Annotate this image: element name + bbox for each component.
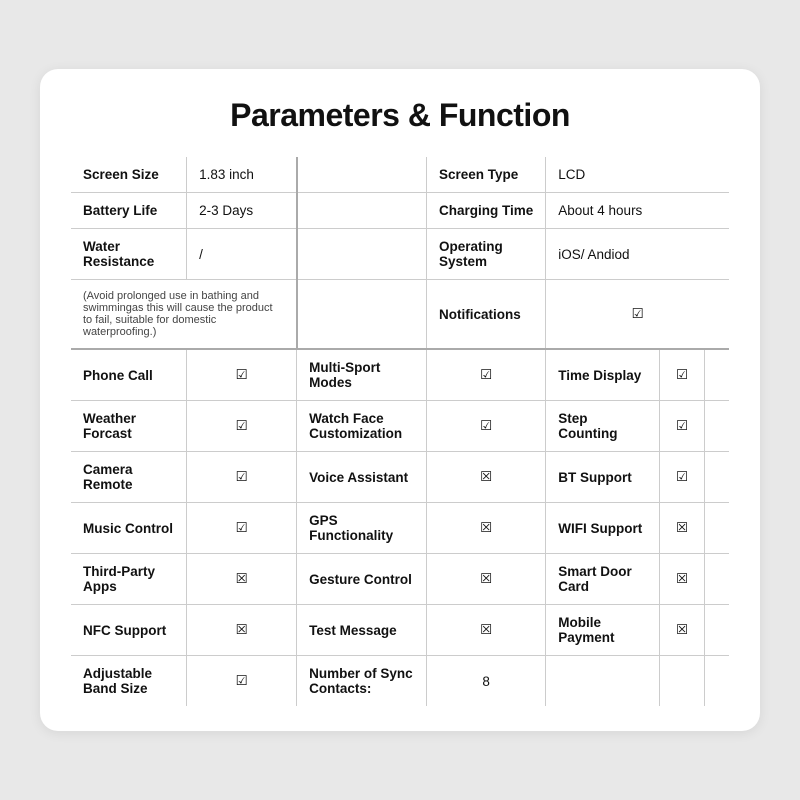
voice-assistant-check: ☒ bbox=[426, 452, 545, 503]
time-display-check: ☑ bbox=[660, 349, 705, 401]
adjustable-band-label: AdjustableBand Size bbox=[71, 656, 187, 707]
os-value: iOS/ Andiod bbox=[546, 229, 730, 280]
mobile-payment-check: ☒ bbox=[660, 605, 705, 656]
test-message-label: Test Message bbox=[297, 605, 427, 656]
feature-row-4: Music Control ☑ GPS Functionality ☒ WIFI… bbox=[71, 503, 730, 554]
main-card: Parameters & Function Screen Size 1.83 i… bbox=[40, 69, 760, 731]
smart-door-card-check: ☒ bbox=[660, 554, 705, 605]
spec-row-3: WaterResistance / OperatingSystem iOS/ A… bbox=[71, 229, 730, 280]
gesture-control-label: Gesture Control bbox=[297, 554, 427, 605]
wifi-support-check: ☒ bbox=[660, 503, 705, 554]
notifications-label: Notifications bbox=[426, 280, 545, 350]
spec-row-1: Screen Size 1.83 inch Screen Type LCD bbox=[71, 157, 730, 193]
battery-life-label: Battery Life bbox=[71, 193, 187, 229]
watch-face-label: Watch FaceCustomization bbox=[297, 401, 427, 452]
phone-call-check: ☑ bbox=[187, 349, 297, 401]
step-counting-check: ☑ bbox=[660, 401, 705, 452]
smart-door-card-label: Smart Door Card bbox=[546, 554, 660, 605]
gps-functionality-check: ☒ bbox=[426, 503, 545, 554]
third-party-apps-label: Third-Party Apps bbox=[71, 554, 187, 605]
spec-row-2: Battery Life 2-3 Days Charging Time Abou… bbox=[71, 193, 730, 229]
screen-type-value: LCD bbox=[546, 157, 730, 193]
phone-call-label: Phone Call bbox=[71, 349, 187, 401]
screen-type-label: Screen Type bbox=[426, 157, 545, 193]
step-counting-label: Step Counting bbox=[546, 401, 660, 452]
feature-row-7: AdjustableBand Size ☑ Number of SyncCont… bbox=[71, 656, 730, 707]
music-control-label: Music Control bbox=[71, 503, 187, 554]
bt-support-check: ☑ bbox=[660, 452, 705, 503]
feature-row-3: Camera Remote ☑ Voice Assistant ☒ BT Sup… bbox=[71, 452, 730, 503]
weather-forcast-label: Weather Forcast bbox=[71, 401, 187, 452]
test-message-check: ☒ bbox=[426, 605, 545, 656]
notifications-value: ☑ bbox=[546, 280, 730, 350]
camera-remote-check: ☑ bbox=[187, 452, 297, 503]
sync-contacts-value: 8 bbox=[426, 656, 545, 707]
os-label: OperatingSystem bbox=[426, 229, 545, 280]
battery-life-value: 2-3 Days bbox=[187, 193, 297, 229]
water-resistance-value: / bbox=[187, 229, 297, 280]
camera-remote-label: Camera Remote bbox=[71, 452, 187, 503]
gps-functionality-label: GPS Functionality bbox=[297, 503, 427, 554]
weather-forcast-check: ☑ bbox=[187, 401, 297, 452]
multi-sport-check: ☑ bbox=[426, 349, 545, 401]
third-party-apps-check: ☒ bbox=[187, 554, 297, 605]
voice-assistant-label: Voice Assistant bbox=[297, 452, 427, 503]
feature-row-5: Third-Party Apps ☒ Gesture Control ☒ Sma… bbox=[71, 554, 730, 605]
time-display-label: Time Display bbox=[546, 349, 660, 401]
feature-row-1: Phone Call ☑ Multi-SportModes ☑ Time Dis… bbox=[71, 349, 730, 401]
water-note: (Avoid prolonged use in bathing and swim… bbox=[71, 280, 297, 350]
music-control-check: ☑ bbox=[187, 503, 297, 554]
water-resistance-label: WaterResistance bbox=[71, 229, 187, 280]
screen-size-label: Screen Size bbox=[71, 157, 187, 193]
screen-size-value: 1.83 inch bbox=[187, 157, 297, 193]
nfc-support-label: NFC Support bbox=[71, 605, 187, 656]
watch-face-check: ☑ bbox=[426, 401, 545, 452]
feature-row-2: Weather Forcast ☑ Watch FaceCustomizatio… bbox=[71, 401, 730, 452]
wifi-support-label: WIFI Support bbox=[546, 503, 660, 554]
page-title: Parameters & Function bbox=[70, 97, 730, 134]
params-table: Screen Size 1.83 inch Screen Type LCD Ba… bbox=[70, 156, 730, 707]
gesture-control-check: ☒ bbox=[426, 554, 545, 605]
mobile-payment-label: Mobile Payment bbox=[546, 605, 660, 656]
feature-row-6: NFC Support ☒ Test Message ☒ Mobile Paym… bbox=[71, 605, 730, 656]
nfc-support-check: ☒ bbox=[187, 605, 297, 656]
charging-time-value: About 4 hours bbox=[546, 193, 730, 229]
bt-support-label: BT Support bbox=[546, 452, 660, 503]
multi-sport-label: Multi-SportModes bbox=[297, 349, 427, 401]
spec-row-4: (Avoid prolonged use in bathing and swim… bbox=[71, 280, 730, 350]
adjustable-band-check: ☑ bbox=[187, 656, 297, 707]
sync-contacts-label: Number of SyncContacts: bbox=[297, 656, 427, 707]
charging-time-label: Charging Time bbox=[426, 193, 545, 229]
